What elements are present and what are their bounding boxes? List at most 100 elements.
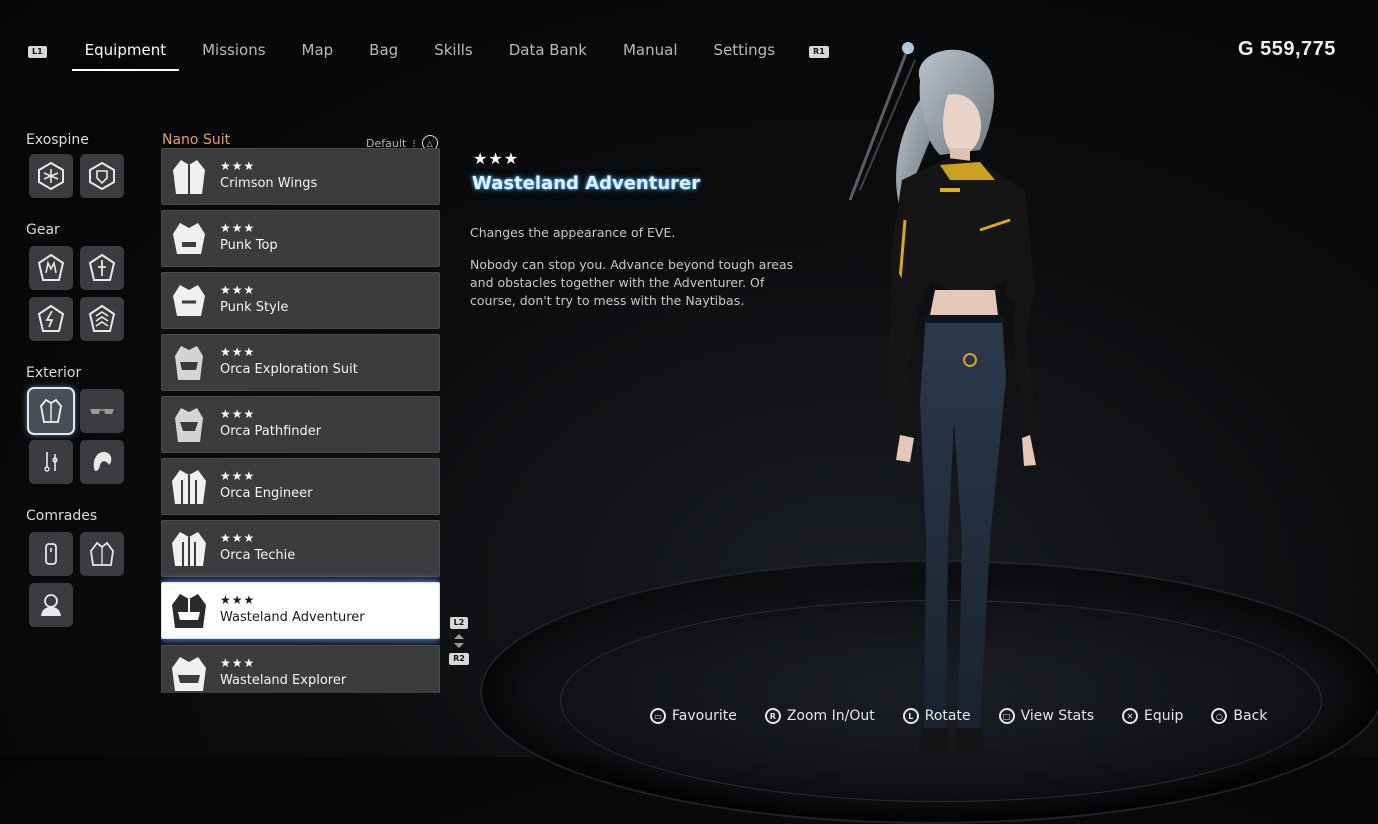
rotate-action[interactable]: L Rotate	[902, 708, 971, 724]
comrades-slot-1[interactable]	[29, 532, 73, 576]
item-name: Wasteland Adventurer	[220, 610, 365, 625]
gear-slot-3[interactable]	[29, 297, 73, 341]
l1-button-icon[interactable]: L1	[28, 46, 47, 58]
list-item[interactable]: ★★★ Wasteland Explorer	[161, 645, 440, 693]
action-bar: ▭ Favourite R Zoom In/Out L Rotate □ Vie…	[650, 708, 1267, 724]
comrade-head-icon	[41, 594, 61, 616]
item-rarity-stars: ★★★	[220, 407, 256, 421]
equip-label: Equip	[1144, 708, 1184, 724]
item-rarity-stars: ★★★	[220, 345, 256, 359]
exterior-slot-earrings[interactable]	[29, 440, 73, 484]
tab-equipment[interactable]: Equipment	[71, 37, 180, 71]
punk-style-suit-icon	[173, 285, 205, 316]
item-name: Orca Engineer	[220, 486, 313, 501]
item-rarity-stars: ★★★	[220, 531, 256, 545]
item-name: Punk Top	[220, 238, 278, 253]
orca-exploration-suit-icon	[175, 346, 203, 380]
list-item-selected[interactable]: ★★★ Wasteland Adventurer	[161, 582, 440, 639]
detail-description: Changes the appearance of EVE. Nobody ca…	[470, 224, 800, 324]
exospine-shield-icon	[89, 161, 115, 191]
list-item[interactable]: ★★★ Punk Top	[161, 210, 440, 267]
orca-engineer-suit-icon	[172, 470, 206, 504]
favourite-label: Favourite	[672, 708, 737, 724]
item-rarity-stars: ★★★	[220, 221, 256, 235]
rotate-label: Rotate	[924, 708, 971, 724]
comrade-coat-icon	[90, 541, 114, 566]
list-item[interactable]: ★★★ Orca Pathfinder	[161, 396, 440, 453]
detail-rarity-stars: ★★★	[473, 149, 520, 168]
earrings-icon	[44, 452, 58, 472]
orca-techie-suit-icon	[172, 532, 206, 566]
tab-settings[interactable]: Settings	[701, 37, 789, 67]
category-label-gear: Gear	[26, 222, 60, 238]
detail-summary: Changes the appearance of EVE.	[470, 225, 676, 240]
item-name: Orca Techie	[220, 548, 296, 563]
l2-button-icon[interactable]: L2	[449, 617, 469, 629]
r2-button-icon[interactable]: R2	[449, 653, 469, 665]
item-name: Wasteland Explorer	[220, 673, 347, 688]
zoom-action[interactable]: R Zoom In/Out	[764, 708, 875, 724]
exterior-slot-hair[interactable]	[80, 440, 124, 484]
gear-slot-4[interactable]	[80, 297, 124, 341]
gear-crown-icon	[37, 253, 65, 281]
back-label: Back	[1233, 708, 1268, 724]
list-title: Nano Suit	[162, 132, 231, 148]
tab-skills[interactable]: Skills	[421, 37, 486, 67]
category-label-comrades: Comrades	[26, 508, 98, 524]
favourite-action[interactable]: ▭ Favourite	[650, 708, 737, 724]
item-name: Crimson Wings	[220, 176, 318, 191]
gear-slot-1[interactable]	[29, 246, 73, 290]
gear-bolt-icon	[37, 304, 65, 332]
detail-lore: Nobody can stop you. Advance beyond toug…	[470, 257, 794, 308]
exterior-slot-glasses[interactable]	[80, 389, 124, 433]
punk-top-suit-icon	[173, 223, 205, 254]
right-stick-icon: R	[764, 708, 781, 724]
gear-slot-2[interactable]	[80, 246, 124, 290]
tab-manual[interactable]: Manual	[610, 37, 691, 67]
comrades-slot-2[interactable]	[80, 532, 124, 576]
top-navigation: L1 Equipment Missions Map Bag Skills Dat…	[28, 36, 829, 71]
currency-amount: 559,775	[1260, 38, 1336, 60]
exospine-hex-icon	[38, 161, 64, 191]
scroll-arrows-icon	[454, 634, 464, 648]
zoom-label: Zoom In/Out	[786, 708, 875, 724]
comrades-slot-3[interactable]	[29, 583, 73, 627]
gear-chevron-icon	[88, 304, 116, 332]
back-action[interactable]: ○ Back	[1211, 708, 1267, 724]
item-name: Orca Pathfinder	[220, 424, 322, 439]
square-button-icon: □	[998, 708, 1015, 724]
tab-data-bank[interactable]: Data Bank	[496, 37, 600, 67]
list-item[interactable]: ★★★ Orca Techie	[161, 520, 440, 577]
item-rarity-stars: ★★★	[220, 159, 256, 173]
category-label-exterior: Exterior	[26, 365, 82, 381]
list-item[interactable]: ★★★ Orca Engineer	[161, 458, 440, 515]
tab-map[interactable]: Map	[289, 37, 347, 67]
exospine-slot-1[interactable]	[29, 154, 73, 198]
detail-title: Wasteland Adventurer	[472, 173, 701, 194]
character-model[interactable]	[830, 40, 1080, 760]
tab-missions[interactable]: Missions	[189, 37, 278, 67]
list-scroll-indicator[interactable]: L2 R2	[449, 617, 469, 665]
currency-display: G 559,775	[1238, 38, 1336, 61]
currency-symbol: G	[1238, 38, 1255, 60]
list-item[interactable]: ★★★ Orca Exploration Suit	[161, 334, 440, 391]
equip-action[interactable]: ✕ Equip	[1122, 708, 1183, 724]
list-item[interactable]: ★★★ Punk Style	[161, 272, 440, 329]
item-rarity-stars: ★★★	[220, 469, 256, 483]
view-stats-action[interactable]: □ View Stats	[998, 708, 1095, 724]
item-rarity-stars: ★★★	[220, 593, 256, 607]
sunglasses-icon	[90, 409, 114, 414]
view-stats-label: View Stats	[1020, 708, 1095, 724]
item-rarity-stars: ★★★	[220, 656, 256, 670]
crimson-wings-suit-icon	[173, 160, 205, 194]
list-item[interactable]: ★★★ Crimson Wings	[161, 148, 440, 205]
r1-button-icon[interactable]: R1	[809, 46, 829, 58]
gear-blade-icon	[88, 253, 116, 281]
nano-suit-list[interactable]: ★★★ Crimson Wings ★★★ Punk Top ★★★ Punk …	[161, 148, 440, 693]
item-name: Orca Exploration Suit	[220, 362, 358, 377]
tab-bag[interactable]: Bag	[356, 37, 411, 67]
exterior-slot-nano-suit[interactable]	[27, 387, 75, 435]
nano-suit-icon	[40, 398, 62, 423]
left-stick-icon: L	[902, 708, 919, 724]
exospine-slot-2[interactable]	[80, 154, 124, 198]
